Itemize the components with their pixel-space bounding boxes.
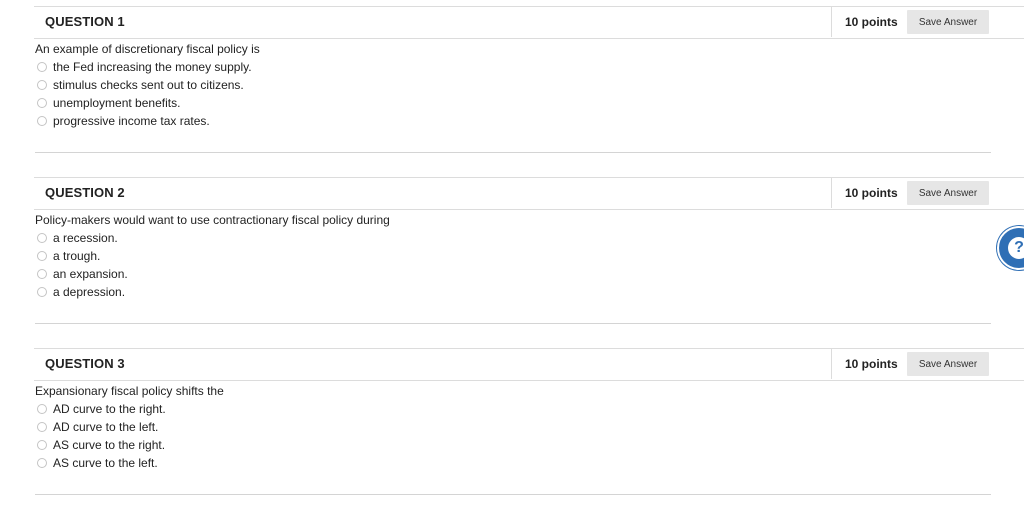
question-block-3: QUESTION 3 10 points Save Answer Expansi…: [0, 342, 1024, 513]
answer-label[interactable]: a depression.: [53, 285, 125, 299]
radio-button[interactable]: [37, 116, 47, 126]
answer-label[interactable]: the Fed increasing the money supply.: [53, 60, 252, 74]
question-title: QUESTION 2: [45, 185, 125, 200]
question-text: An example of discretionary fiscal polic…: [35, 42, 260, 56]
question-divider: [35, 152, 991, 153]
save-answer-button[interactable]: Save Answer: [907, 181, 989, 205]
answer-label[interactable]: progressive income tax rates.: [53, 114, 210, 128]
answer-label[interactable]: AD curve to the right.: [53, 402, 166, 416]
points-label: 10 points: [845, 186, 898, 200]
question-block-2: QUESTION 2 10 points Save Answer Policy-…: [0, 171, 1024, 342]
answer-label[interactable]: AS curve to the right.: [53, 438, 165, 452]
answer-option[interactable]: unemployment benefits.: [37, 94, 252, 112]
radio-button[interactable]: [37, 251, 47, 261]
question-header: QUESTION 3 10 points Save Answer: [34, 348, 1024, 381]
question-points-panel: 10 points Save Answer: [831, 348, 1024, 379]
question-title: QUESTION 3: [45, 356, 125, 371]
answer-option[interactable]: a recession.: [37, 229, 128, 247]
question-points-panel: 10 points Save Answer: [831, 6, 1024, 37]
answer-label[interactable]: a recession.: [53, 231, 118, 245]
answer-option[interactable]: a trough.: [37, 247, 128, 265]
radio-button[interactable]: [37, 98, 47, 108]
answer-label[interactable]: an expansion.: [53, 267, 128, 281]
answer-options: the Fed increasing the money supply. sti…: [37, 58, 252, 130]
question-divider: [35, 323, 991, 324]
question-block-1: QUESTION 1 10 points Save Answer An exam…: [0, 0, 1024, 171]
question-divider: [35, 494, 991, 495]
answer-option[interactable]: stimulus checks sent out to citizens.: [37, 76, 252, 94]
points-label: 10 points: [845, 15, 898, 29]
radio-button[interactable]: [37, 404, 47, 414]
help-icon: ?: [1008, 237, 1024, 259]
question-points-panel: 10 points Save Answer: [831, 177, 1024, 208]
question-header: QUESTION 1 10 points Save Answer: [34, 6, 1024, 39]
points-label: 10 points: [845, 357, 898, 371]
radio-button[interactable]: [37, 287, 47, 297]
radio-button[interactable]: [37, 458, 47, 468]
radio-button[interactable]: [37, 422, 47, 432]
answer-label[interactable]: stimulus checks sent out to citizens.: [53, 78, 244, 92]
radio-button[interactable]: [37, 80, 47, 90]
answer-option[interactable]: AD curve to the right.: [37, 400, 166, 418]
answer-label[interactable]: AS curve to the left.: [53, 456, 158, 470]
quiz-page: QUESTION 1 10 points Save Answer An exam…: [0, 0, 1024, 513]
question-text: Expansionary fiscal policy shifts the: [35, 384, 224, 398]
radio-button[interactable]: [37, 233, 47, 243]
answer-option[interactable]: a depression.: [37, 283, 128, 301]
radio-button[interactable]: [37, 62, 47, 72]
save-answer-button[interactable]: Save Answer: [907, 10, 989, 34]
question-header: QUESTION 2 10 points Save Answer: [34, 177, 1024, 210]
answer-label[interactable]: a trough.: [53, 249, 100, 263]
radio-button[interactable]: [37, 440, 47, 450]
answer-options: AD curve to the right. AD curve to the l…: [37, 400, 166, 472]
answer-option[interactable]: AS curve to the left.: [37, 454, 166, 472]
answer-label[interactable]: unemployment benefits.: [53, 96, 180, 110]
answer-option[interactable]: AD curve to the left.: [37, 418, 166, 436]
answer-options: a recession. a trough. an expansion. a d…: [37, 229, 128, 301]
answer-option[interactable]: progressive income tax rates.: [37, 112, 252, 130]
question-text: Policy-makers would want to use contract…: [35, 213, 390, 227]
answer-option[interactable]: AS curve to the right.: [37, 436, 166, 454]
answer-label[interactable]: AD curve to the left.: [53, 420, 158, 434]
answer-option[interactable]: the Fed increasing the money supply.: [37, 58, 252, 76]
radio-button[interactable]: [37, 269, 47, 279]
save-answer-button[interactable]: Save Answer: [907, 352, 989, 376]
question-title: QUESTION 1: [45, 14, 125, 29]
answer-option[interactable]: an expansion.: [37, 265, 128, 283]
